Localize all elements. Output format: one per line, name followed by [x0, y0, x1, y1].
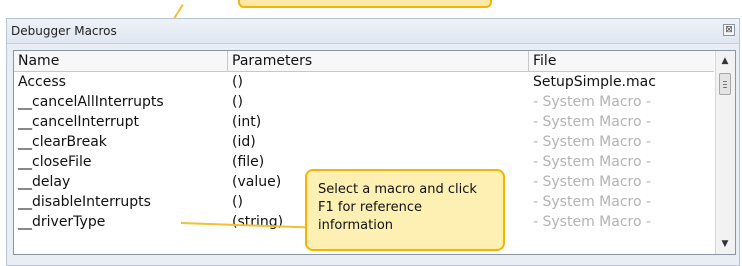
table-row[interactable]: Access () SetupSimple.mac — [14, 72, 714, 92]
column-header-name[interactable]: Name — [14, 51, 228, 71]
list-header: Name Parameters File — [14, 51, 714, 72]
grip-line — [723, 81, 727, 82]
grip-line — [723, 84, 727, 85]
grip-line — [723, 87, 727, 88]
macro-name: __cancelAllInterrupts — [18, 94, 164, 110]
table-row[interactable]: __cancelAllInterrupts () - System Macro … — [14, 92, 714, 112]
macro-name: __closeFile — [18, 154, 92, 170]
macro-parameters: (int) — [232, 114, 262, 130]
macro-name: __cancelInterrupt — [18, 114, 139, 130]
macro-file: - System Macro - — [533, 94, 652, 110]
macro-file: - System Macro - — [533, 134, 652, 150]
macro-file: SetupSimple.mac — [533, 74, 656, 90]
macro-file: - System Macro - — [533, 174, 652, 190]
macro-name: __clearBreak — [18, 134, 107, 150]
panel-titlebar: Debugger Macros ⊠ — [7, 19, 739, 44]
macro-parameters: () — [232, 94, 243, 110]
macro-name: __delay — [18, 174, 71, 190]
macro-file: - System Macro - — [533, 214, 652, 230]
macro-file: - System Macro - — [533, 194, 652, 210]
macro-file: - System Macro - — [533, 154, 652, 170]
help-callout: Select a macro and click F1 for referenc… — [305, 169, 505, 251]
panel-title: Debugger Macros — [11, 24, 117, 38]
macro-parameters: () — [232, 74, 243, 90]
macro-parameters: (id) — [232, 134, 256, 150]
scroll-up-icon[interactable]: ▲ — [719, 55, 731, 67]
table-row[interactable]: __cancelInterrupt (int) - System Macro - — [14, 112, 714, 132]
top-callout-fragment — [238, 0, 492, 8]
macro-file: - System Macro - — [533, 114, 652, 130]
scroll-down-icon[interactable]: ▼ — [719, 238, 731, 250]
macro-name: __disableInterrupts — [18, 194, 151, 210]
vertical-scrollbar[interactable]: ▲ ▼ — [715, 51, 735, 254]
column-header-file[interactable]: File — [529, 51, 715, 71]
column-header-parameters[interactable]: Parameters — [228, 51, 529, 71]
scrollbar-thumb[interactable] — [719, 73, 731, 95]
table-row[interactable]: __clearBreak (id) - System Macro - — [14, 132, 714, 152]
macro-name: Access — [18, 74, 66, 90]
close-icon[interactable]: ⊠ — [723, 24, 735, 36]
